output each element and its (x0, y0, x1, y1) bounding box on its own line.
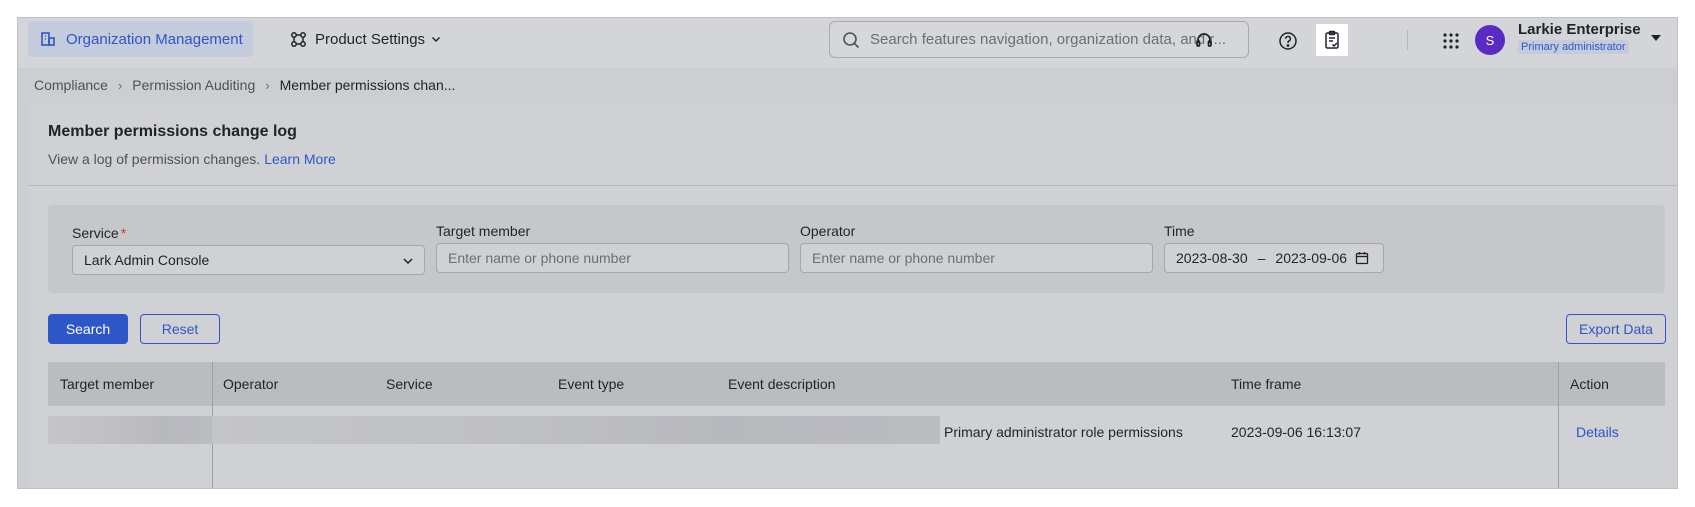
redacted-target-member (48, 416, 212, 444)
time-end: 2023-09-06 (1275, 250, 1348, 266)
clipboard-check-icon (1325, 30, 1339, 49)
event-description-cell: Primary administrator role permissions (944, 424, 1183, 440)
chevron-right-icon: › (117, 77, 123, 93)
required-mark: * (120, 225, 127, 241)
support-button[interactable] (1189, 26, 1219, 56)
page-subtitle: View a log of permission changes. Learn M… (48, 151, 336, 167)
time-frame-cell: 2023-09-06 16:13:07 (1231, 424, 1361, 440)
calendar-icon (1355, 252, 1369, 265)
org-tab-label: Organization Management (66, 30, 243, 48)
column-header-action: Action (1570, 376, 1609, 392)
breadcrumb-compliance[interactable]: Compliance (34, 77, 108, 93)
details-link[interactable]: Details (1576, 424, 1619, 440)
service-select[interactable]: Lark Admin Console (72, 245, 425, 275)
main-content: Member permissions change log View a log… (28, 105, 1677, 488)
table-header: Target member Operator Service Event typ… (48, 362, 1665, 406)
column-header-time-frame[interactable]: Time frame (1231, 376, 1301, 392)
page-subtitle-text: View a log of permission changes. (48, 151, 261, 167)
product-nodes-icon (291, 31, 306, 47)
column-header-event-type[interactable]: Event type (558, 376, 624, 392)
redacted-cells (212, 416, 940, 444)
permissions-table: Target member Operator Service Event typ… (48, 362, 1665, 488)
header-divider (28, 185, 1677, 186)
user-name[interactable]: Larkie Enterprise (1518, 21, 1641, 38)
avatar[interactable]: S (1475, 25, 1505, 55)
product-tab-label: Product Settings (315, 30, 426, 48)
building-icon (41, 32, 55, 46)
learn-more-link[interactable]: Learn More (264, 151, 336, 167)
help-icon (1279, 32, 1297, 50)
filter-panel: Service * Lark Admin Console Target membe… (48, 205, 1665, 293)
headset-icon (1196, 33, 1212, 47)
global-search[interactable] (829, 21, 1249, 58)
time-separator: – (1257, 250, 1266, 266)
service-label: Service * (72, 225, 127, 241)
service-select-value: Lark Admin Console (84, 252, 210, 268)
user-role-badge: Primary administrator (1518, 40, 1629, 54)
operator-label: Operator (800, 223, 856, 239)
caret-down-icon[interactable] (1650, 33, 1662, 43)
target-member-input[interactable] (448, 250, 788, 266)
target-member-field[interactable] (436, 243, 789, 273)
toolbar-divider (1407, 30, 1408, 50)
page-title: Member permissions change log (48, 123, 297, 140)
tab-organization-management[interactable]: Organization Management (28, 21, 253, 57)
target-member-label: Target member (436, 223, 531, 239)
breadcrumb-current: Member permissions chan... (279, 77, 456, 93)
apps-button[interactable] (1436, 26, 1466, 56)
column-header-operator[interactable]: Operator (223, 376, 278, 392)
breadcrumb-permission-auditing[interactable]: Permission Auditing (132, 77, 255, 93)
app-window: Organization Management Product Settings (18, 18, 1677, 488)
top-bar: Organization Management Product Settings (18, 18, 1677, 68)
time-start: 2023-08-30 (1176, 250, 1248, 266)
export-data-button[interactable]: Export Data (1566, 314, 1666, 344)
operator-input[interactable] (812, 250, 1152, 266)
chevron-down-icon (432, 37, 441, 42)
table-row: Primary administrator role permissions 2… (48, 406, 1665, 456)
time-label: Time (1164, 223, 1195, 239)
column-header-event-description[interactable]: Event description (728, 376, 835, 392)
time-range-picker[interactable]: 2023-08-30 – 2023-09-06 (1164, 243, 1384, 273)
search-icon (843, 31, 860, 48)
breadcrumb: Compliance › Permission Auditing › Membe… (34, 77, 455, 93)
apps-grid-icon (1443, 33, 1459, 49)
reset-button[interactable]: Reset (140, 314, 220, 344)
operator-field[interactable] (800, 243, 1153, 273)
tab-product-settings[interactable]: Product Settings (290, 28, 449, 50)
approvals-button[interactable] (1316, 24, 1348, 56)
search-input[interactable] (870, 31, 1240, 48)
chevron-down-icon (403, 258, 413, 265)
chevron-right-icon: › (265, 77, 270, 93)
column-header-target-member[interactable]: Target member (60, 376, 154, 392)
search-button[interactable]: Search (48, 314, 128, 344)
column-header-service[interactable]: Service (386, 376, 433, 392)
help-button[interactable] (1273, 26, 1303, 56)
